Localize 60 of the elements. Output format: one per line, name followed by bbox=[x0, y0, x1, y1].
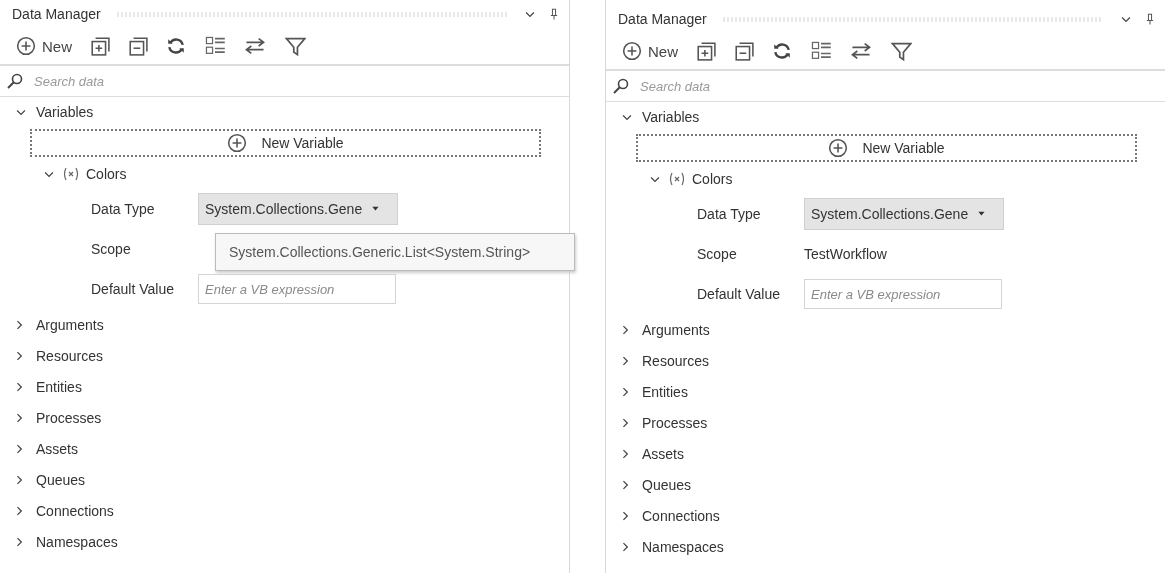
variable-name: Colors bbox=[692, 171, 733, 187]
field-label: Scope bbox=[697, 246, 738, 262]
new-button[interactable]: New bbox=[622, 41, 678, 61]
tree-item-label: Assets bbox=[36, 440, 78, 457]
tree-item-label: Namespaces bbox=[36, 533, 118, 550]
refresh-icon[interactable] bbox=[166, 36, 186, 56]
plus-circle-icon bbox=[622, 41, 642, 61]
data-type-dropdown[interactable]: System.Collections.Gene bbox=[804, 198, 1004, 230]
panel-title: Data Manager bbox=[618, 11, 707, 27]
collapse-all-icon[interactable] bbox=[734, 41, 754, 61]
tooltip: System.Collections.Generic.List<System.String> bbox=[215, 233, 575, 271]
variable-name: Colors bbox=[86, 166, 127, 182]
list-view-icon[interactable] bbox=[810, 40, 832, 62]
refresh-icon[interactable] bbox=[772, 41, 792, 61]
data-type-dropdown[interactable]: System.Collections.Gene bbox=[198, 193, 398, 225]
tree-item-label: Resources bbox=[36, 347, 103, 364]
tree-item-label: Connections bbox=[36, 502, 114, 519]
tree-item-label: Queues bbox=[36, 471, 86, 488]
search-field[interactable]: Search data bbox=[638, 77, 942, 95]
variable-icon bbox=[62, 165, 80, 183]
variable-icon bbox=[668, 170, 686, 188]
filter-icon[interactable] bbox=[284, 35, 306, 57]
expand-all-icon[interactable] bbox=[696, 41, 716, 61]
expression-field[interactable]: Enter a VB expression bbox=[198, 274, 396, 304]
plus-circle-icon bbox=[227, 133, 248, 153]
filter-icon[interactable] bbox=[890, 40, 912, 62]
new-variable-button[interactable]: New Variable bbox=[636, 134, 1137, 162]
search-icon bbox=[612, 77, 630, 95]
list-view-icon[interactable] bbox=[204, 35, 226, 57]
search-field[interactable]: Search data bbox=[32, 72, 336, 90]
plus-circle-icon bbox=[16, 36, 36, 56]
tree-item-label: Processes bbox=[36, 409, 102, 426]
tree-item-label: Connections bbox=[642, 507, 720, 524]
field-label: Data Type bbox=[697, 206, 762, 222]
sort-icon[interactable] bbox=[850, 40, 872, 62]
tree-item-label: Variables bbox=[642, 109, 700, 125]
sort-icon[interactable] bbox=[244, 35, 266, 57]
tree-item-label: Arguments bbox=[36, 316, 104, 333]
expand-all-icon[interactable] bbox=[90, 36, 110, 56]
scope-value: TestWorkflow bbox=[804, 246, 887, 262]
field-label: Data Type bbox=[91, 201, 156, 217]
expression-field[interactable]: Enter a VB expression bbox=[804, 279, 1002, 309]
tree-item-label: Entities bbox=[642, 383, 688, 400]
plus-circle-icon bbox=[828, 138, 849, 158]
tree-item-label: Processes bbox=[642, 414, 708, 431]
tree-item-label: Arguments bbox=[642, 321, 710, 338]
tree-item-label: Resources bbox=[642, 352, 709, 369]
tree-item-label: Variables bbox=[36, 104, 94, 120]
panel-title: Data Manager bbox=[12, 6, 101, 22]
tree-item-label: Namespaces bbox=[642, 538, 724, 555]
tree-item-label: Entities bbox=[36, 378, 82, 395]
new-button[interactable]: New bbox=[16, 36, 72, 56]
new-variable-button[interactable]: New Variable bbox=[30, 129, 541, 157]
collapse-all-icon[interactable] bbox=[128, 36, 148, 56]
tree-item-label: Queues bbox=[642, 476, 692, 493]
tree-item-label: Assets bbox=[642, 445, 684, 462]
search-icon bbox=[6, 72, 24, 90]
field-label: Default Value bbox=[697, 286, 781, 302]
field-label: Scope bbox=[91, 241, 132, 257]
field-label: Default Value bbox=[91, 281, 175, 297]
